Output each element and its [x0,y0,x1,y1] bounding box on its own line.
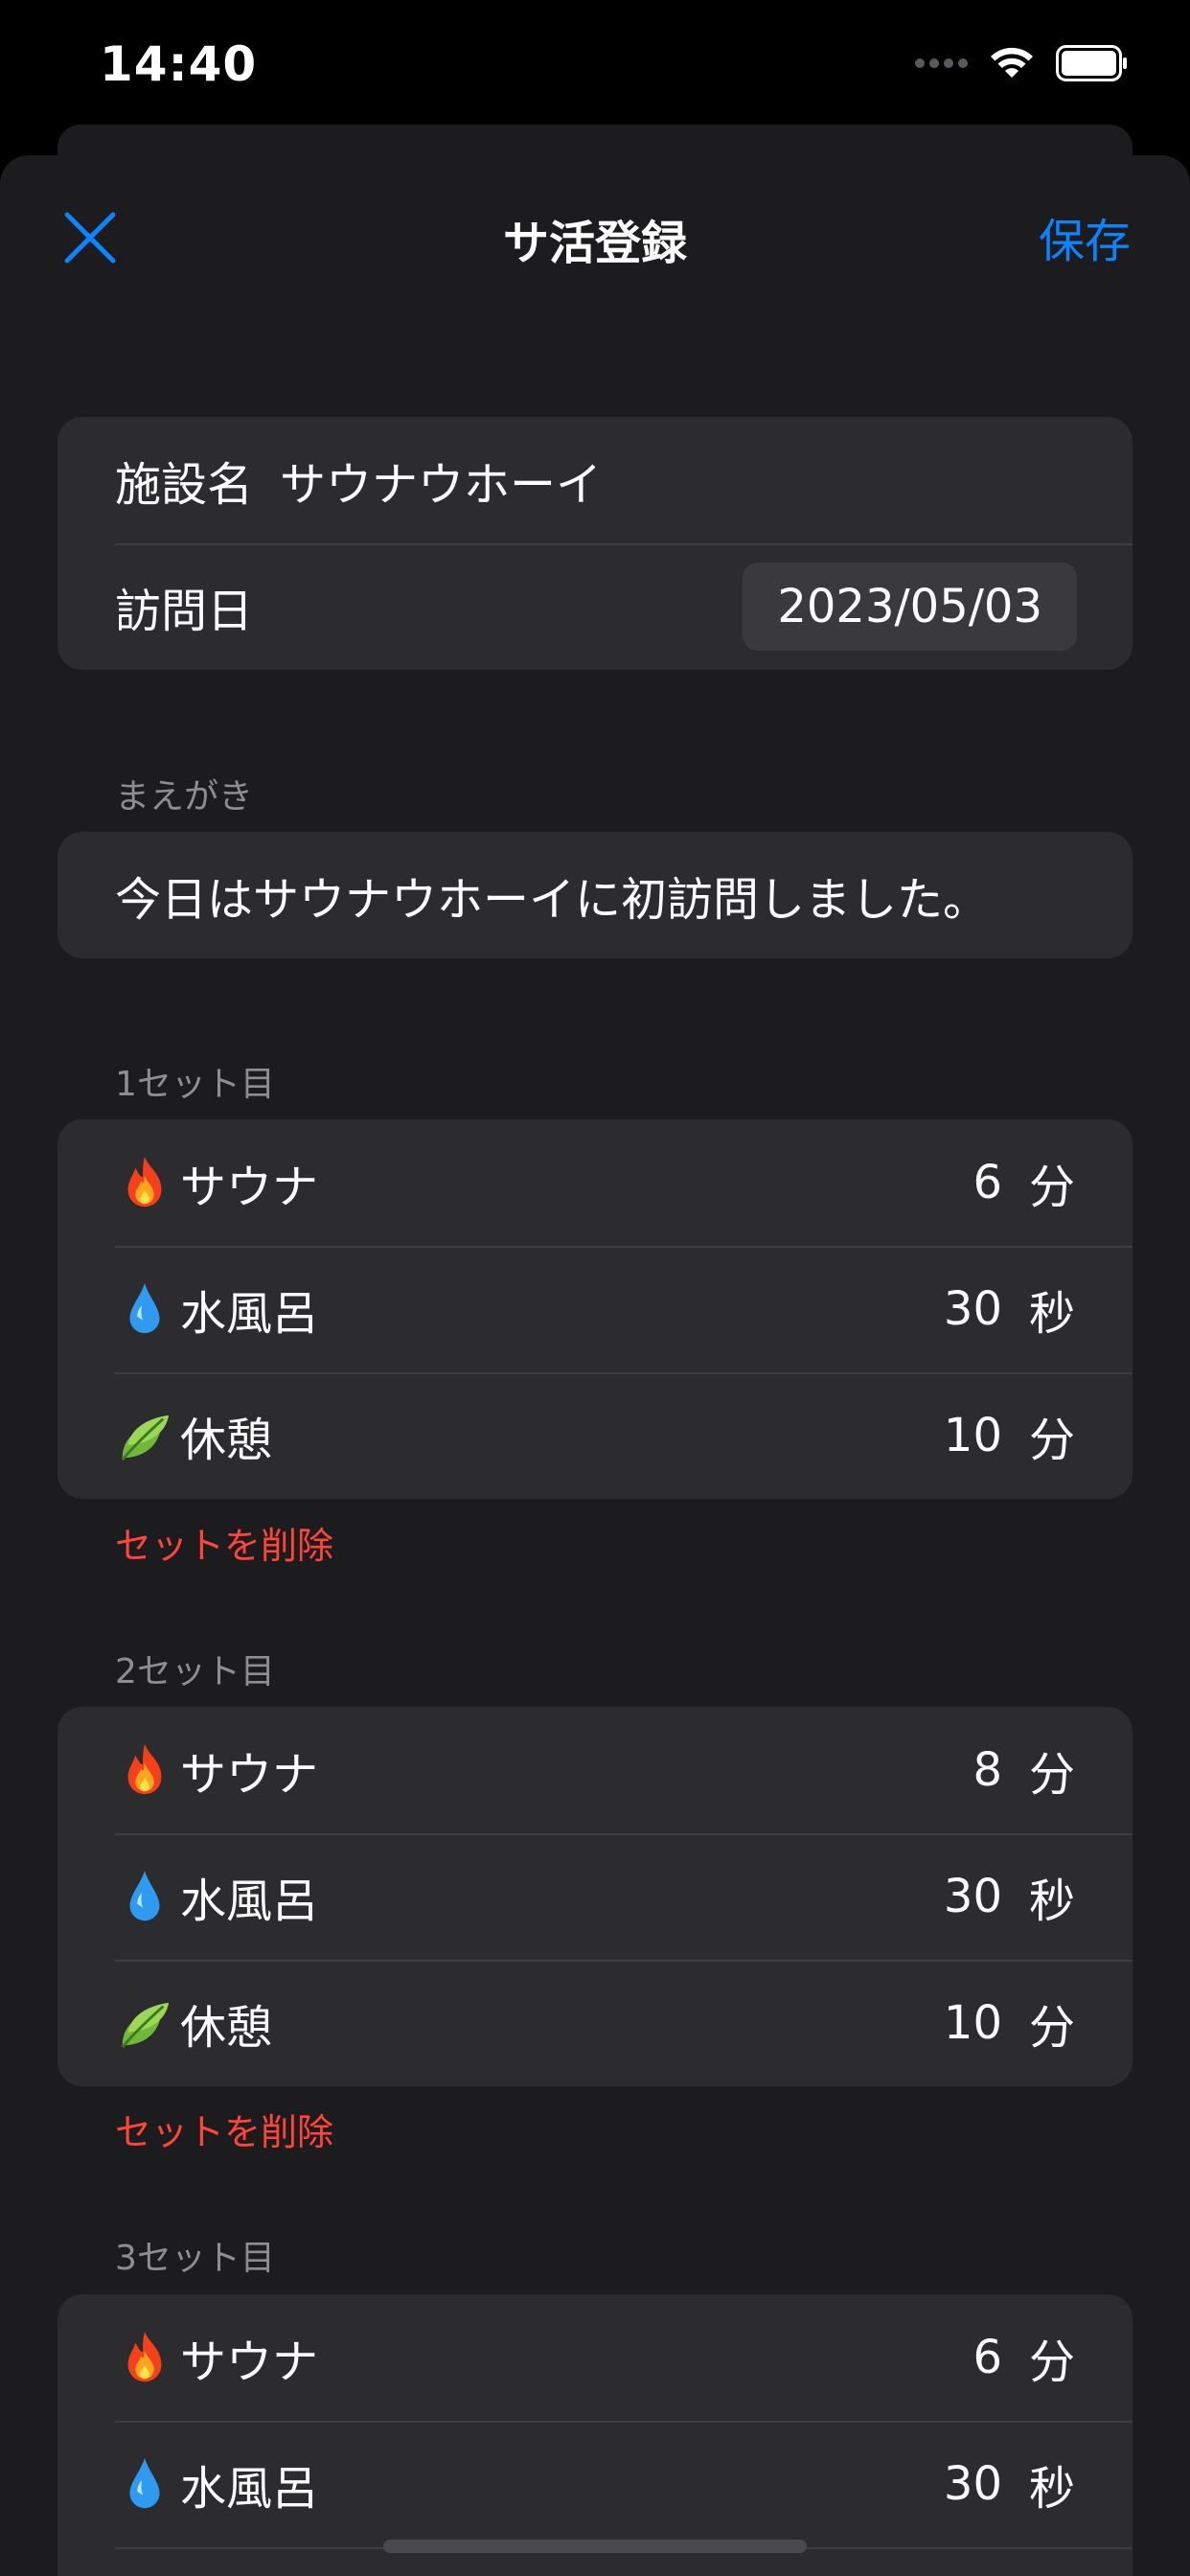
set-item-unit: 分 [1028,2001,1075,2055]
set-item-name: 休憩 [180,1414,273,1467]
set-item-row[interactable]: 水風呂 30 秒 [57,1833,1133,1960]
set-group: サウナ 8 分 水風呂 30 秒 休憩 10 分 [57,1707,1133,2086]
set-item-row[interactable]: 休憩 10 分 [57,1372,1133,1499]
set-item-name: 水風呂 [180,1874,319,1928]
set-item-value[interactable]: 30 [944,1282,1002,1336]
set-item-value[interactable]: 10 [944,1409,1002,1462]
set-item-row[interactable]: 水風呂 30 秒 [57,2421,1133,2547]
preface-header: まえがき [115,777,254,816]
fire-icon [127,2331,162,2382]
preface-row[interactable]: 今日はサウナウホーイに初訪問しました。 [57,832,1133,958]
set-item-value[interactable]: 6 [973,2331,1002,2384]
facility-name-row[interactable]: 施設名 サウナウホーイ [57,417,1133,543]
screen: 14:40 サ活登録 保存 施設名 サウナウホーイ 訪問日 2023/05/03… [0,0,1190,2576]
set-item-row[interactable]: サウナ 6 分 [57,2294,1133,2421]
set-item-name: サウナ [180,1748,319,1802]
status-bar: 14:40 [0,0,1190,125]
status-icons [915,42,1129,84]
modal-sheet: サ活登録 保存 施設名 サウナウホーイ 訪問日 2023/05/03 まえがき … [0,155,1190,2576]
set-group: サウナ 6 分 水風呂 30 秒 休憩 10 分 [57,1119,1133,1499]
nav-bar: サ活登録 保存 [0,155,1190,318]
set-item-value[interactable]: 6 [973,1156,1002,1209]
set-item-row[interactable]: 休憩 10 分 [57,1960,1133,2086]
set-item-name: 水風呂 [180,1287,319,1341]
set-item-row[interactable]: 水風呂 30 秒 [57,1246,1133,1372]
set-header: 3セット目 [115,2239,275,2278]
status-time: 14:40 [100,36,258,92]
set-item-value[interactable]: 30 [944,1870,1002,1923]
set-item-row[interactable]: サウナ 6 分 [57,1119,1133,1246]
wifi-icon [991,47,1033,78]
facility-name-field[interactable]: サウナウホーイ [280,447,602,514]
visit-date-picker[interactable]: 2023/05/03 [743,563,1077,651]
facility-group: 施設名 サウナウホーイ 訪問日 2023/05/03 [57,417,1133,670]
set-item-name: 水風呂 [180,2462,319,2516]
delete-set-button[interactable]: セットを削除 [115,1516,333,1569]
facility-name-label: 施設名 [115,458,254,512]
set-item-unit: 秒 [1028,1287,1075,1341]
cellular-signal-icon [915,58,968,68]
page-title: サ活登録 [502,217,687,270]
set-item-unit: 分 [1028,2335,1075,2389]
set-item-name: サウナ [180,1161,319,1214]
set-item-unit: 分 [1028,1161,1075,1214]
battery-icon [1056,45,1127,81]
set-item-name: サウナ [180,2335,319,2389]
set-item-unit: 分 [1028,1748,1075,1802]
preface-text-field[interactable]: 今日はサウナウホーイに初訪問しました。 [115,862,989,929]
set-item-unit: 分 [1028,1414,1075,1467]
set-item-value[interactable]: 10 [944,1996,1002,2050]
set-item-unit: 秒 [1028,2462,1075,2516]
set-item-value[interactable]: 8 [973,1743,1002,1797]
water-drop-icon [129,1282,160,1334]
set-item-unit: 秒 [1028,1874,1075,1928]
set-header: 2セット目 [115,1652,275,1691]
set-item-value[interactable]: 30 [944,2457,1002,2511]
delete-set-button[interactable]: セットを削除 [115,2103,333,2155]
leaf-icon [121,1414,170,1461]
visit-date-label: 訪問日 [115,585,254,638]
visit-date-row: 訪問日 2023/05/03 [57,543,1133,670]
fire-icon [127,1743,162,1795]
set-header: 1セット目 [115,1065,275,1104]
set-group: サウナ 6 分 水風呂 30 秒 [57,2294,1133,2576]
set-item-name: 休憩 [180,2001,273,2055]
fire-icon [127,1156,162,1208]
save-button[interactable]: 保存 [1039,203,1131,270]
water-drop-icon [129,2457,160,2509]
leaf-icon [121,2002,170,2049]
preface-group: 今日はサウナウホーイに初訪問しました。 [57,832,1133,958]
set-item-row[interactable]: サウナ 8 分 [57,1707,1133,1833]
water-drop-icon [129,1870,160,1921]
home-indicator [383,2540,807,2553]
